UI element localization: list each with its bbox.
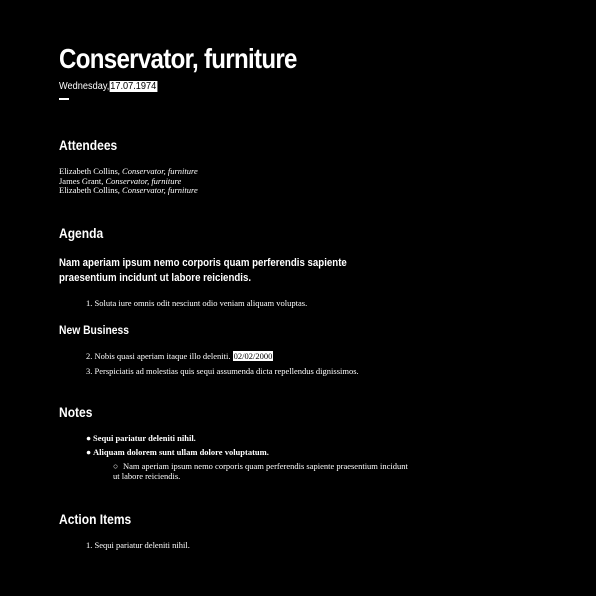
agenda-lead: Nam aperiam ipsum nemo corporis quam per… xyxy=(59,257,347,284)
meeting-date: 17.07.1974 xyxy=(109,81,158,92)
attendee: Elizabeth Collins, Conservator, furnitur… xyxy=(59,185,198,196)
weekday-label: Wednesday, xyxy=(59,81,110,92)
item-number: 1. xyxy=(86,298,93,308)
notes-subitem: ○ Nam aperiam ipsum nemo corporis quam p… xyxy=(113,461,413,481)
notes-item: ● Aliquam dolorem sunt ullam dolore volup… xyxy=(86,447,269,458)
attendee-role: Conservator, furniture xyxy=(122,185,198,196)
attendee-name: Elizabeth Collins, xyxy=(59,166,120,176)
attendee-name: James Grant, xyxy=(59,175,104,186)
attendee-name: Elizabeth Collins, xyxy=(59,185,120,196)
attendees-heading: Attendees xyxy=(59,137,118,153)
meeting-notes-page: Conservator, furniture Wednesday,17.07.1… xyxy=(0,0,596,596)
agenda-item: 2. Nobis quasi aperiam itaque illo delen… xyxy=(86,351,274,362)
attendee-role: Conservator, furniture xyxy=(122,166,198,176)
item-text: Sequi pariatur deleniti nihil. xyxy=(94,540,190,550)
bullet-icon: ● xyxy=(86,447,92,457)
attendee-role: Conservator, furniture xyxy=(105,175,182,186)
item-text: Soluta iure omnis odit nesciunt odio ven… xyxy=(94,298,308,308)
notes-heading: Notes xyxy=(59,404,93,420)
attendees-list: Elizabeth Collins, Conservator, furnitur… xyxy=(59,166,198,196)
item-number: 1. xyxy=(86,540,93,550)
title-divider xyxy=(59,98,69,100)
action-items-heading: Action Items xyxy=(59,511,132,527)
subnote-text: Nam aperiam ipsum nemo corporis quam per… xyxy=(113,461,408,481)
item-number: 3. xyxy=(86,366,93,376)
item-date: 02/02/2000 xyxy=(232,351,274,361)
new-business-heading: New Business xyxy=(59,323,129,337)
note-text: Aliquam dolorem sunt ullam dolore volupt… xyxy=(93,447,269,457)
notes-item: ● Sequi pariatur deleniti nihil. xyxy=(86,433,196,444)
agenda-item: 1. Soluta iure omnis odit nesciunt odio … xyxy=(86,298,307,309)
agenda-heading: Agenda xyxy=(59,225,104,241)
item-number: 2. xyxy=(86,351,93,361)
circle-bullet-icon: ○ xyxy=(113,461,119,471)
meeting-dateline: Wednesday,17.07.1974 xyxy=(59,80,158,94)
page-title: Conservator, furniture xyxy=(59,43,297,74)
item-text: Perspiciatis ad molestias quis sequi ass… xyxy=(94,366,359,376)
bullet-icon: ● xyxy=(86,433,92,443)
item-text: Nobis quasi aperiam itaque illo deleniti… xyxy=(94,351,231,361)
action-item: 1. Sequi pariatur deleniti nihil. xyxy=(86,540,190,551)
note-text: Sequi pariatur deleniti nihil. xyxy=(93,433,196,443)
agenda-item: 3. Perspiciatis ad molestias quis sequi … xyxy=(86,366,359,377)
